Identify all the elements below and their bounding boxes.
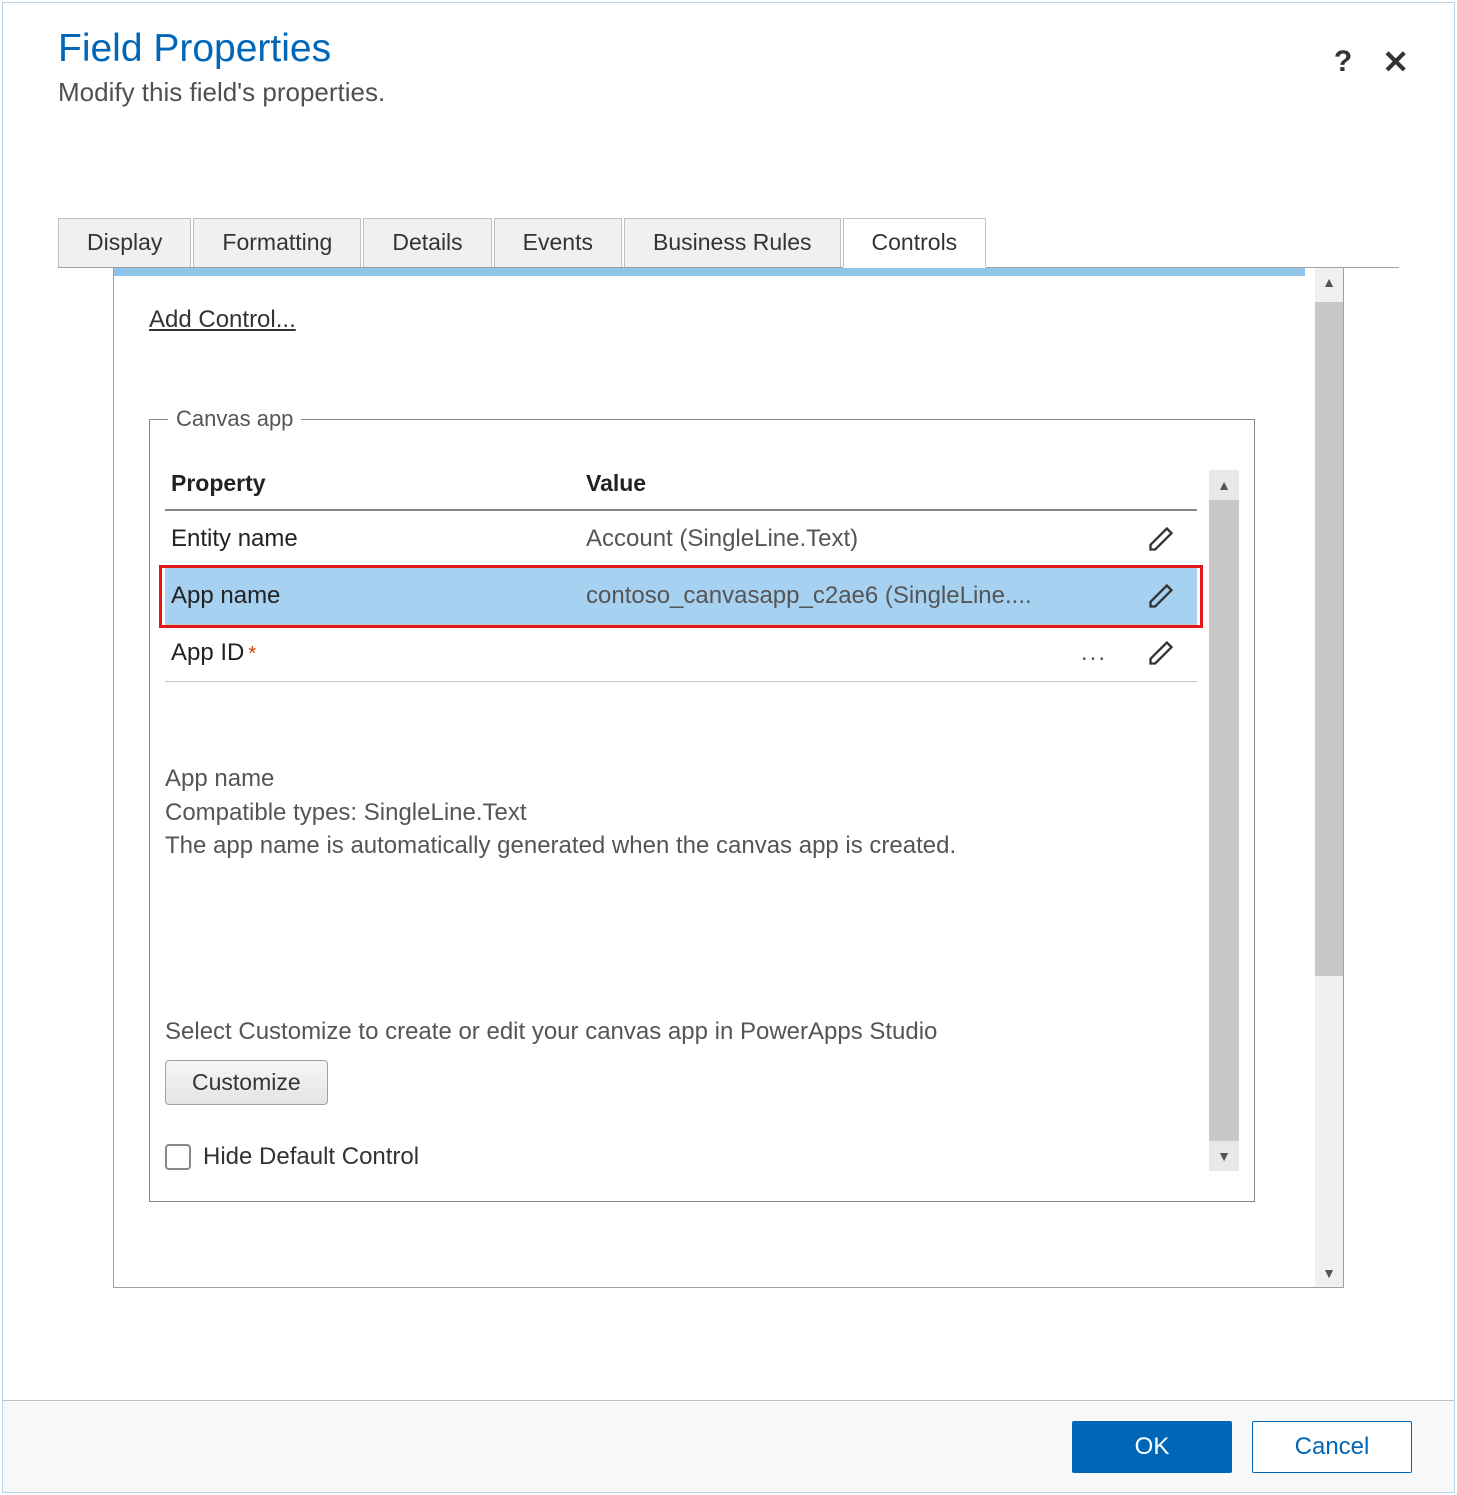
table-row[interactable]: Entity name Account (SingleLine.Text) — [165, 511, 1197, 568]
field-properties-dialog: Field Properties Modify this field's pro… — [2, 2, 1455, 1493]
fieldset-legend: Canvas app — [168, 406, 301, 432]
close-icon[interactable]: ✕ — [1382, 43, 1409, 81]
customize-block: Select Customize to create or edit your … — [165, 1018, 1239, 1105]
edit-cell[interactable] — [1131, 525, 1191, 553]
property-value: Account (SingleLine.Text) — [586, 525, 1131, 553]
scroll-thumb[interactable] — [1209, 500, 1239, 1141]
edit-cell[interactable] — [1131, 582, 1191, 610]
scroll-track[interactable] — [1209, 500, 1239, 1141]
scroll-down-icon[interactable]: ▼ — [1315, 1259, 1343, 1287]
tab-bar: Display Formatting Details Events Busine… — [58, 218, 1399, 268]
dialog-header: Field Properties Modify this field's pro… — [3, 3, 1454, 118]
inner-scrollbar[interactable]: ▲ ▼ — [1209, 470, 1239, 1171]
help-icon[interactable]: ? — [1334, 45, 1352, 79]
tab-details[interactable]: Details — [363, 218, 491, 267]
scroll-up-icon[interactable]: ▲ — [1209, 470, 1239, 500]
tab-controls[interactable]: Controls — [843, 218, 987, 268]
controls-panel: Add Control... Canvas app ▲ ▼ Property — [114, 276, 1305, 1232]
add-control-link[interactable]: Add Control... — [149, 306, 1255, 334]
scroll-up-icon[interactable]: ▲ — [1315, 268, 1343, 296]
canvas-app-fieldset: Canvas app ▲ ▼ Property Value — [149, 419, 1255, 1202]
hide-default-label: Hide Default Control — [203, 1143, 419, 1171]
highlighted-row: App name contoso_canvasapp_c2ae6 (Single… — [162, 568, 1200, 625]
outer-scrollbar[interactable]: ▲ ▼ — [1315, 268, 1343, 1287]
dialog-title: Field Properties — [58, 27, 1399, 71]
pencil-icon[interactable] — [1147, 582, 1175, 610]
desc-line: App name — [165, 762, 1239, 796]
scroll-down-icon[interactable]: ▼ — [1209, 1141, 1239, 1171]
customize-text: Select Customize to create or edit your … — [165, 1018, 1239, 1046]
cancel-button[interactable]: Cancel — [1252, 1421, 1412, 1473]
property-value: ... — [586, 639, 1131, 667]
dialog-footer: OK Cancel — [3, 1400, 1454, 1492]
header-icons: ? ✕ — [1334, 43, 1409, 81]
property-name: App ID* — [171, 639, 586, 667]
dialog-subtitle: Modify this field's properties. — [58, 77, 1399, 108]
tab-display[interactable]: Display — [58, 218, 191, 267]
scroll-thumb[interactable] — [1315, 302, 1343, 976]
desc-line: Compatible types: SingleLine.Text — [165, 796, 1239, 830]
tab-business-rules[interactable]: Business Rules — [624, 218, 841, 267]
col-property: Property — [171, 470, 586, 497]
hide-default-checkbox[interactable] — [165, 1144, 191, 1170]
required-indicator: * — [248, 643, 256, 665]
property-name: Entity name — [171, 525, 586, 553]
table-row[interactable]: App name contoso_canvasapp_c2ae6 (Single… — [165, 568, 1197, 625]
edit-cell[interactable] — [1131, 639, 1191, 667]
hide-default-row: Hide Default Control — [165, 1143, 1239, 1171]
tab-content-controls: ▲ ▼ Add Control... Canvas app ▲ ▼ — [113, 268, 1344, 1288]
customize-button[interactable]: Customize — [165, 1060, 328, 1105]
property-value: contoso_canvasapp_c2ae6 (SingleLine.... — [586, 582, 1131, 610]
table-header: Property Value — [165, 450, 1197, 511]
property-name: App name — [171, 582, 586, 610]
tabs-container: Display Formatting Details Events Busine… — [58, 218, 1399, 1288]
tab-events[interactable]: Events — [494, 218, 622, 267]
pencil-icon[interactable] — [1147, 639, 1175, 667]
scroll-track[interactable] — [1315, 296, 1343, 1259]
tab-formatting[interactable]: Formatting — [193, 218, 361, 267]
ok-button[interactable]: OK — [1072, 1421, 1232, 1473]
table-row[interactable]: App ID* ... — [165, 625, 1197, 682]
pencil-icon[interactable] — [1147, 525, 1175, 553]
desc-line: The app name is automatically generated … — [165, 829, 1239, 863]
property-name-text: App ID — [171, 639, 244, 666]
properties-table: Property Value Entity name Account (Sing… — [165, 450, 1197, 682]
selection-strip — [114, 268, 1305, 276]
col-value: Value — [586, 470, 1191, 497]
property-description: App name Compatible types: SingleLine.Te… — [165, 762, 1239, 863]
